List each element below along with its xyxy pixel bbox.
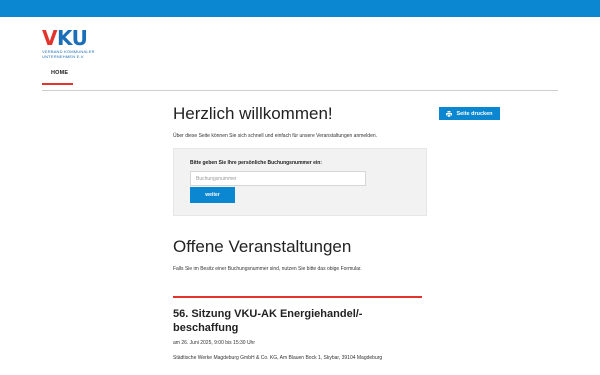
logo-subline: VERBAND KOMMUNALER UNTERNEHMEN e.V. <box>42 49 95 59</box>
welcome-intro: Über diese Seite können Sie sich schnell… <box>173 133 378 139</box>
booking-form: Bitte geben Sie Ihre persönliche Buchung… <box>173 148 427 216</box>
booking-number-label: Bitte geben Sie Ihre persönliche Buchung… <box>190 160 322 166</box>
open-events-title: Offene Veranstaltungen <box>173 237 352 256</box>
welcome-title: Herzlich willkommen! <box>173 104 333 123</box>
print-page-button[interactable]: Seite drucken <box>439 107 500 120</box>
vku-logo[interactable]: VKU VERBAND KOMMUNALER UNTERNEHMEN e.V. <box>42 26 122 64</box>
continue-button[interactable]: weiter <box>190 187 235 203</box>
nav-active-underline <box>42 83 73 85</box>
nav-divider <box>42 90 558 91</box>
event-divider <box>173 296 422 298</box>
main-nav: HOME <box>42 70 73 85</box>
nav-item-home[interactable]: HOME <box>42 70 68 76</box>
event-title-link[interactable]: 56. Sitzung VKU-AK Energiehandel/-bescha… <box>173 307 413 335</box>
booking-number-input[interactable] <box>190 171 366 186</box>
open-events-note: Falls Sie im Besitz einer Buchungsnummer… <box>173 266 362 272</box>
print-page-label: Seite drucken <box>456 110 493 117</box>
printer-icon <box>446 110 453 117</box>
event-date: am 26. Juni 2025, 9:00 bis 15:30 Uhr <box>173 340 255 346</box>
logo-mark: VKU <box>42 26 88 50</box>
event-location: Städtische Werke Magdeburg GmbH & Co. KG… <box>173 355 383 361</box>
top-bar <box>0 0 600 17</box>
